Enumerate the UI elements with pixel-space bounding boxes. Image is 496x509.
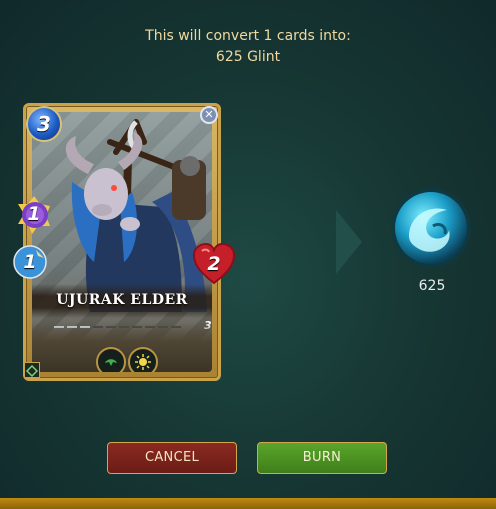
mana-cost-icon: 3 (26, 106, 62, 142)
card[interactable]: UJURAK ELDER 3 (23, 103, 221, 381)
mana-value: 3 (37, 112, 51, 136)
footer-bar (0, 498, 496, 509)
card-art-frame: UJURAK ELDER 3 (32, 112, 212, 372)
character-art (65, 119, 207, 312)
speed-value: 1 (23, 251, 37, 273)
health-value: 2 (207, 253, 221, 275)
remove-card-icon[interactable]: ✕ (200, 106, 218, 124)
burn-button[interactable]: BURN (257, 442, 387, 474)
glint-total: 625 Glint (215, 49, 281, 65)
speed-icon: 1 (12, 244, 48, 280)
edition-icon (24, 362, 40, 378)
convert-message: This will convert 1 cards into: (145, 28, 351, 44)
ability-sun-icon (128, 347, 158, 372)
glint-orb-icon (391, 188, 471, 268)
health-heart-icon: 2 (192, 243, 236, 285)
card-name: UJURAK ELDER (56, 292, 188, 308)
magic-value: 1 (27, 203, 41, 225)
magic-attack-icon: 1 (14, 194, 54, 234)
convert-arrow-icon (336, 210, 362, 274)
reward-amount: 625 (418, 278, 446, 294)
ability-green-icon (96, 347, 126, 372)
cancel-button[interactable]: CANCEL (107, 442, 237, 474)
